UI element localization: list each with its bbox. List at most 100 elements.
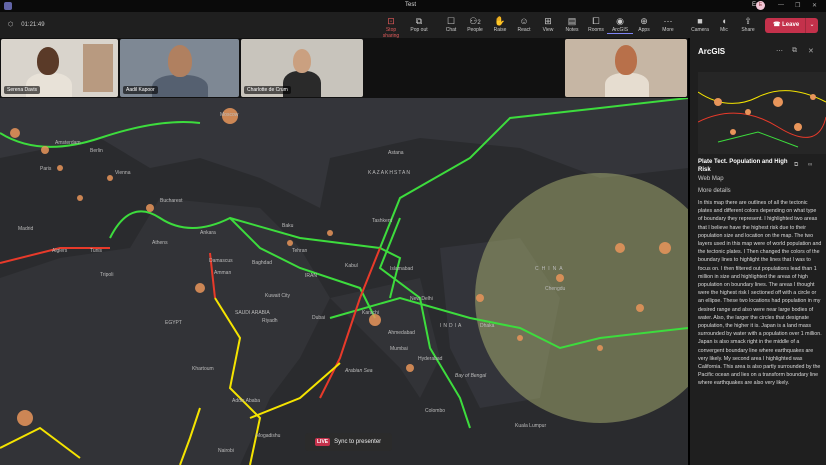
grid-icon: ⊞ [544,16,552,26]
map-label: Ahmedabad [388,330,415,336]
people-count: 2 [477,20,481,26]
shared-map[interactable]: Moscow Amsterdam Berlin Paris Vienna Buc… [0,98,688,465]
map-label: IRAN [305,273,317,279]
stop-sharing-button[interactable]: ⊡ Stop sharing [378,15,404,39]
map-label: Damascus [209,258,233,264]
map-canvas[interactable] [0,98,688,465]
map-label: Tashkent [372,218,393,224]
arcgis-side-panel: ArcGIS ⋯ ⧉ ✕ Plate Tect. Population and … [690,38,826,465]
mic-icon: ◖ [721,16,727,26]
map-label: Baghdad [252,260,273,266]
map-label: Colombo [425,408,446,414]
map-label: Madrid [18,226,34,232]
self-video-tile[interactable] [565,39,687,97]
map-label: Amman [214,270,232,276]
teams-logo-icon [4,2,12,10]
more-details-link[interactable]: More details [698,188,731,194]
pop-out-icon[interactable]: ⧉ [792,47,797,55]
minimize-button[interactable]: — [778,2,784,8]
raise-hand-button[interactable]: ✋ Raise [487,15,513,33]
camera-button[interactable]: ■ Camera [687,15,713,33]
map-label: Algiers [52,248,68,254]
map-label: Astana [388,150,404,156]
smile-icon: ☺ [519,16,529,26]
label: Raise [493,27,507,33]
chat-button[interactable]: ☐ Chat [438,15,464,33]
map-label: Mogadishu [256,433,281,439]
map-label: Addis Ababa [232,398,261,404]
label: Share [741,27,755,33]
map-label: CHINA [535,266,566,272]
map-label: Khartoum [192,366,214,372]
view-button[interactable]: ⊞ View [535,15,561,33]
map-label: Mumbai [390,346,408,352]
participant-name: Serena Davis [4,86,41,94]
map-label: Kuwait City [265,293,291,299]
map-label: Islamabad [390,266,414,272]
link-icon[interactable]: ∞ [808,162,812,168]
people-icon: ⚇2 [462,15,488,27]
arcgis-button[interactable]: ◉ ArcGIS [607,15,633,34]
meeting-toolbar: ⬡ 01:21:49 ⊡ Stop sharing ⧉ Pop out ☐ Chat ⚇… [0,12,826,39]
mic-button[interactable]: ◖ Mic [711,15,737,33]
map-label: Bucharest [160,198,183,204]
map-thumbnail[interactable] [698,72,826,154]
avatar[interactable]: E [756,1,765,10]
map-label: KAZAKHSTAN [368,170,411,176]
video-tile[interactable]: Aadil Kapoor [120,39,239,97]
map-label: Riyadh [262,318,278,324]
meeting-timer: ⬡ 01:21:49 [8,22,45,28]
label: View [542,27,554,33]
share-button[interactable]: ⇪ Share [735,15,761,33]
map-label: Amsterdam [55,140,81,146]
participant-name: Charlotte de Crum [244,86,291,94]
map-label: New Delhi [410,296,433,302]
notes-button[interactable]: ▤ Notes [559,15,585,33]
restore-button[interactable]: ❐ [795,2,800,9]
label: Camera [691,27,709,33]
more-options-icon[interactable]: ⋯ [776,47,783,55]
react-button[interactable]: ☺ React [511,15,537,33]
sync-to-presenter-button[interactable]: LIVE Sync to presenter [305,433,392,451]
apps-button[interactable]: ⊕ Apps [631,15,657,33]
more-button[interactable]: ⋯ More [655,15,681,33]
hand-icon: ✋ [494,16,506,26]
map-label: Arabian Sea [345,368,373,374]
label: ArcGIS [611,27,629,33]
open-icon[interactable]: ⧉ [794,162,798,169]
map-label: Athens [152,240,168,246]
label: React [517,27,531,33]
pop-out-button[interactable]: ⧉ Pop out [406,15,432,33]
video-strip: Serena Davis Aadil Kapoor Charlotte de C… [0,38,688,98]
leave-button[interactable]: ☎ Leave ⌄ [765,18,818,33]
label: Rooms [588,27,604,33]
title-bar: Test Esri E — ❐ ✕ [0,0,826,12]
video-tile[interactable]: Charlotte de Crum [241,39,363,97]
share-icon: ⇪ [744,16,752,26]
chevron-down-icon[interactable]: ⌄ [805,18,818,33]
close-icon[interactable]: ✕ [808,47,814,55]
item-type: Web Map [698,176,724,182]
window-title: Test [405,2,417,8]
map-label: Berlin [90,148,103,154]
people-button[interactable]: ⚇2 People [462,15,488,33]
label: Mic [720,27,728,33]
map-label: Nairobi [218,448,234,454]
map-label: Dubai [312,315,326,321]
rooms-button[interactable]: ⧠ Rooms [583,15,609,33]
map-label: Chengdu [545,286,566,292]
phone-icon: ☎ [773,22,783,28]
map-label: INDIA [440,323,464,329]
map-label: Karachi [362,310,379,316]
live-badge: LIVE [315,438,331,446]
label: People [467,27,483,33]
panel-title: ArcGIS [698,47,726,56]
map-label: EGYPT [165,320,182,326]
chat-icon: ☐ [446,16,456,26]
close-button[interactable]: ✕ [812,2,817,9]
video-tile[interactable]: Serena Davis [1,39,118,97]
map-label: SAUDI ARABIA [235,310,270,316]
label: Pop out [410,27,428,33]
label: More [662,27,674,33]
sync-label: Sync to presenter [334,439,382,445]
